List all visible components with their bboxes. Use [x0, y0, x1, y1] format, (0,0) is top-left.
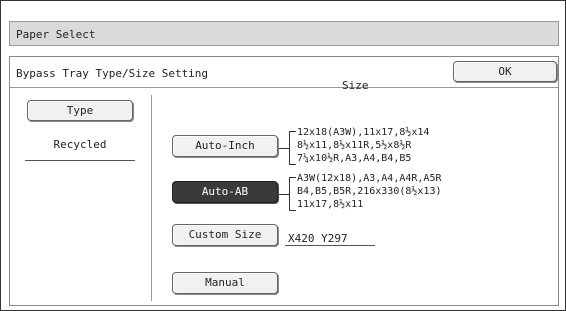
- auto-inch-sizes: 12x18(A3W),11x17,8½x14 8½x11,8½x11R,5½x8½…: [297, 126, 429, 165]
- auto-ab-size-line: B4,B5,B5R,216x330(8½x13): [297, 186, 442, 197]
- ok-button[interactable]: OK: [453, 61, 557, 82]
- manual-button[interactable]: Manual: [172, 272, 278, 294]
- auto-ab-size-line: 11x17,8½x11: [297, 199, 364, 210]
- auto-ab-button[interactable]: Auto-AB: [172, 181, 278, 203]
- custom-size-value: X420 Y297: [288, 232, 348, 245]
- custom-size-button[interactable]: Custom Size: [172, 224, 278, 246]
- paper-type-underline: [25, 160, 135, 161]
- panel-header: Bypass Tray Type/Size Setting OK: [10, 57, 558, 88]
- auto-inch-bracket: [279, 131, 297, 165]
- auto-inch-button[interactable]: Auto-Inch: [172, 135, 278, 157]
- auto-ab-sizes: A3W(12x18),A3,A4,A4R,A5R B4,B5,B5R,216x33…: [297, 172, 442, 211]
- paper-type-value: Recycled: [53, 138, 107, 151]
- auto-ab-size-line: A3W(12x18),A3,A4,A4R,A5R: [297, 173, 442, 184]
- auto-inch-size-line: 12x18(A3W),11x17,8½x14: [297, 127, 430, 138]
- settings-panel: Bypass Tray Type/Size Setting OK Type Re…: [9, 56, 559, 306]
- title-bar: Paper Select: [9, 21, 559, 46]
- custom-size-underline: [285, 245, 375, 246]
- auto-inch-size-line: 8½x11,8½x11R,5½x8½R: [297, 140, 412, 151]
- panel-title: Bypass Tray Type/Size Setting: [16, 67, 209, 80]
- auto-inch-size-line: 7¼x10½R,A3,A4,B4,B5: [297, 153, 412, 164]
- type-button[interactable]: Type: [27, 100, 133, 121]
- auto-ab-bracket: [279, 177, 297, 211]
- dialog-frame: Paper Select Bypass Tray Type/Size Setti…: [0, 0, 566, 311]
- size-heading: Size: [342, 79, 369, 92]
- section-divider: [151, 95, 152, 301]
- window-title: Paper Select: [16, 28, 96, 41]
